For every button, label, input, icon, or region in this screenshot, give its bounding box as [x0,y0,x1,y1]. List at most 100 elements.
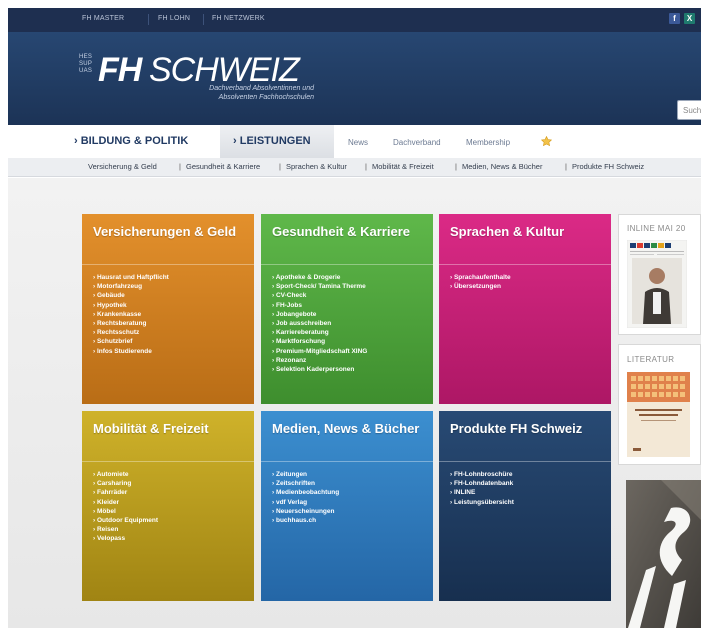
nav-leistungen[interactable]: › LEISTUNGEN [220,125,334,158]
tile-link[interactable]: › Premium-Mitgliedschaft XING [272,347,367,356]
subnav-versicherung-geld[interactable]: Versicherung & Geld [88,162,157,171]
tile-link[interactable]: › Apotheke & Drogerie [272,273,367,282]
tile-link[interactable]: › Automiete [93,470,158,479]
tile-link[interactable]: › Möbel [93,507,158,516]
subnav-medien-news-buecher[interactable]: Medien, News & Bücher [462,162,542,171]
tile-link[interactable]: › Rechtsberatung [93,319,169,328]
tile-divider [439,264,611,265]
tile-link[interactable]: › buchhaus.ch [272,516,339,525]
subnav-separator: | [279,162,281,171]
tile-link[interactable]: › Krankenkasse [93,310,169,319]
literatur-teaser-title[interactable]: LITERATUR [627,355,674,364]
tile-produkte-fh-schweiz[interactable]: Produkte FH Schweiz › FH-Lohnbroschüre ›… [439,411,611,601]
sub-nav: Versicherung & Geld | Gesundheit & Karri… [8,158,701,177]
tile-title[interactable]: Medien, News & Bücher [272,421,427,437]
tile-link[interactable]: › Übersetzungen [450,282,511,291]
tagline-line-2: Absolventen Fachhochschulen [218,94,314,101]
inline-teaser-title[interactable]: INLINE MAI 20 [627,224,686,233]
promo-banner-image[interactable] [626,480,701,628]
logo-lang-uas: UAS [79,68,93,74]
tile-link[interactable]: › Selektion Kaderpersonen [272,365,367,374]
tile-link[interactable]: › FH-Lohnbroschüre [450,470,514,479]
tile-link[interactable]: › Rezonanz [272,356,367,365]
top-link-fh-netzwerk[interactable]: FH NETZWERK [212,15,265,22]
tile-link[interactable]: › Jobangebote [272,310,367,319]
top-separator [203,14,204,25]
logo-lang-hes: HES [79,54,93,60]
tile-link[interactable]: › Marktforschung [272,337,367,346]
nav-bildung-politik[interactable]: › BILDUNG & POLITIK [74,135,188,147]
tile-link[interactable]: › Motorfahrzeug [93,282,169,291]
literatur-teaser[interactable]: LITERATUR [618,344,701,465]
subnav-mobilitaet-freizeit[interactable]: Mobilität & Freizeit [372,162,434,171]
tile-link[interactable]: › Fahrräder [93,488,158,497]
subnav-gesundheit-karriere[interactable]: Gesundheit & Karriere [186,162,260,171]
nav-news[interactable]: News [348,138,368,147]
xing-icon[interactable]: X [684,13,695,24]
tile-link-list: › Zeitungen › Zeitschriften › Medienbeob… [272,470,339,525]
tile-versicherungen-geld[interactable]: Versicherungen & Geld › Hausrat und Haft… [82,214,254,404]
tile-link[interactable]: › Leistungsübersicht [450,498,514,507]
nav-dachverband[interactable]: Dachverband [393,138,441,147]
logo-fh[interactable]: FH [98,51,142,90]
tile-link[interactable]: › FH-Lohndatenbank [450,479,514,488]
tile-link-list: › Apotheke & Drogerie › Sport-Check/ Tam… [272,273,367,374]
tile-link[interactable]: › Kleider [93,498,158,507]
tile-link[interactable]: › Sprachaufenthalte [450,273,511,282]
tile-title[interactable]: Sprachen & Kultur [450,224,605,240]
tile-divider [439,461,611,462]
tile-link[interactable]: › Zeitungen [272,470,339,479]
book-cover-image[interactable] [627,372,690,457]
tile-link[interactable]: › Zeitschriften [272,479,339,488]
tile-divider [261,461,433,462]
tile-title[interactable]: Mobilität & Freizeit [93,421,248,437]
tile-link[interactable]: › Reisen [93,525,158,534]
tile-link[interactable]: › Schutzbrief [93,337,169,346]
tile-mobilitaet-freizeit[interactable]: Mobilität & Freizeit › Automiete › Carsh… [82,411,254,601]
content-area: Versicherungen & Geld › Hausrat und Haft… [8,178,701,628]
tile-link[interactable]: › Gebäude [93,291,169,300]
tile-link-list: › FH-Lohnbroschüre › FH-Lohndatenbank › … [450,470,514,507]
tile-link[interactable]: › Job ausschreiben [272,319,367,328]
tile-link[interactable]: › Neuerscheinungen [272,507,339,516]
tile-medien-news-buecher[interactable]: Medien, News & Bücher › Zeitungen › Zeit… [261,411,433,601]
tagline-line-1: Dachverband Absolventinnen und [209,85,314,92]
nav-membership[interactable]: Membership [466,138,510,147]
tile-title[interactable]: Versicherungen & Geld [93,224,248,240]
logo-languages: HES SUP UAS [79,54,92,75]
tile-link[interactable]: › INLINE [450,488,514,497]
tile-link[interactable]: › Medienbeobachtung [272,488,339,497]
tile-link[interactable]: › Rechtsschutz [93,328,169,337]
inline-magazine-cover-image[interactable] [627,240,687,328]
tile-title[interactable]: Gesundheit & Karriere [272,224,427,240]
tile-divider [82,264,254,265]
subnav-produkte-fh-schweiz[interactable]: Produkte FH Schweiz [572,162,644,171]
subnav-sprachen-kultur[interactable]: Sprachen & Kultur [286,162,347,171]
tile-link-list: › Automiete › Carsharing › Fahrräder › K… [93,470,158,544]
tile-link[interactable]: › Sport-Check/ Tamina Therme [272,282,367,291]
tile-link[interactable]: › Karriereberatung [272,328,367,337]
tile-link[interactable]: › vdf Verlag [272,498,339,507]
inline-magazine-teaser[interactable]: INLINE MAI 20 [618,214,701,335]
search-input[interactable]: Suche [677,100,701,120]
tile-link[interactable]: › Outdoor Equipment [93,516,158,525]
top-bar: FH MASTER FH LOHN FH NETZWERK f X [8,8,701,32]
top-link-fh-master[interactable]: FH MASTER [82,15,124,22]
tile-link[interactable]: › FH-Jobs [272,301,367,310]
facebook-icon[interactable]: f [669,13,680,24]
tile-link-list: › Hausrat und Haftpflicht › Motorfahrzeu… [93,273,169,356]
tile-sprachen-kultur[interactable]: Sprachen & Kultur › Sprachaufenthalte › … [439,214,611,404]
tile-divider [261,264,433,265]
membership-star-icon[interactable] [541,136,552,146]
tile-link[interactable]: › Hausrat und Haftpflicht [93,273,169,282]
tile-link[interactable]: › Carsharing [93,479,158,488]
tile-link[interactable]: › Hypothek [93,301,169,310]
tile-link[interactable]: › Velopass [93,534,158,543]
top-link-fh-lohn[interactable]: FH LOHN [158,15,190,22]
tile-link[interactable]: › Infos Studierende [93,347,169,356]
tile-divider [82,461,254,462]
tile-title[interactable]: Produkte FH Schweiz [450,421,605,437]
main-nav: › BILDUNG & POLITIK › LEISTUNGEN News Da… [8,125,701,158]
tile-link[interactable]: › CV-Check [272,291,367,300]
tile-gesundheit-karriere[interactable]: Gesundheit & Karriere › Apotheke & Droge… [261,214,433,404]
